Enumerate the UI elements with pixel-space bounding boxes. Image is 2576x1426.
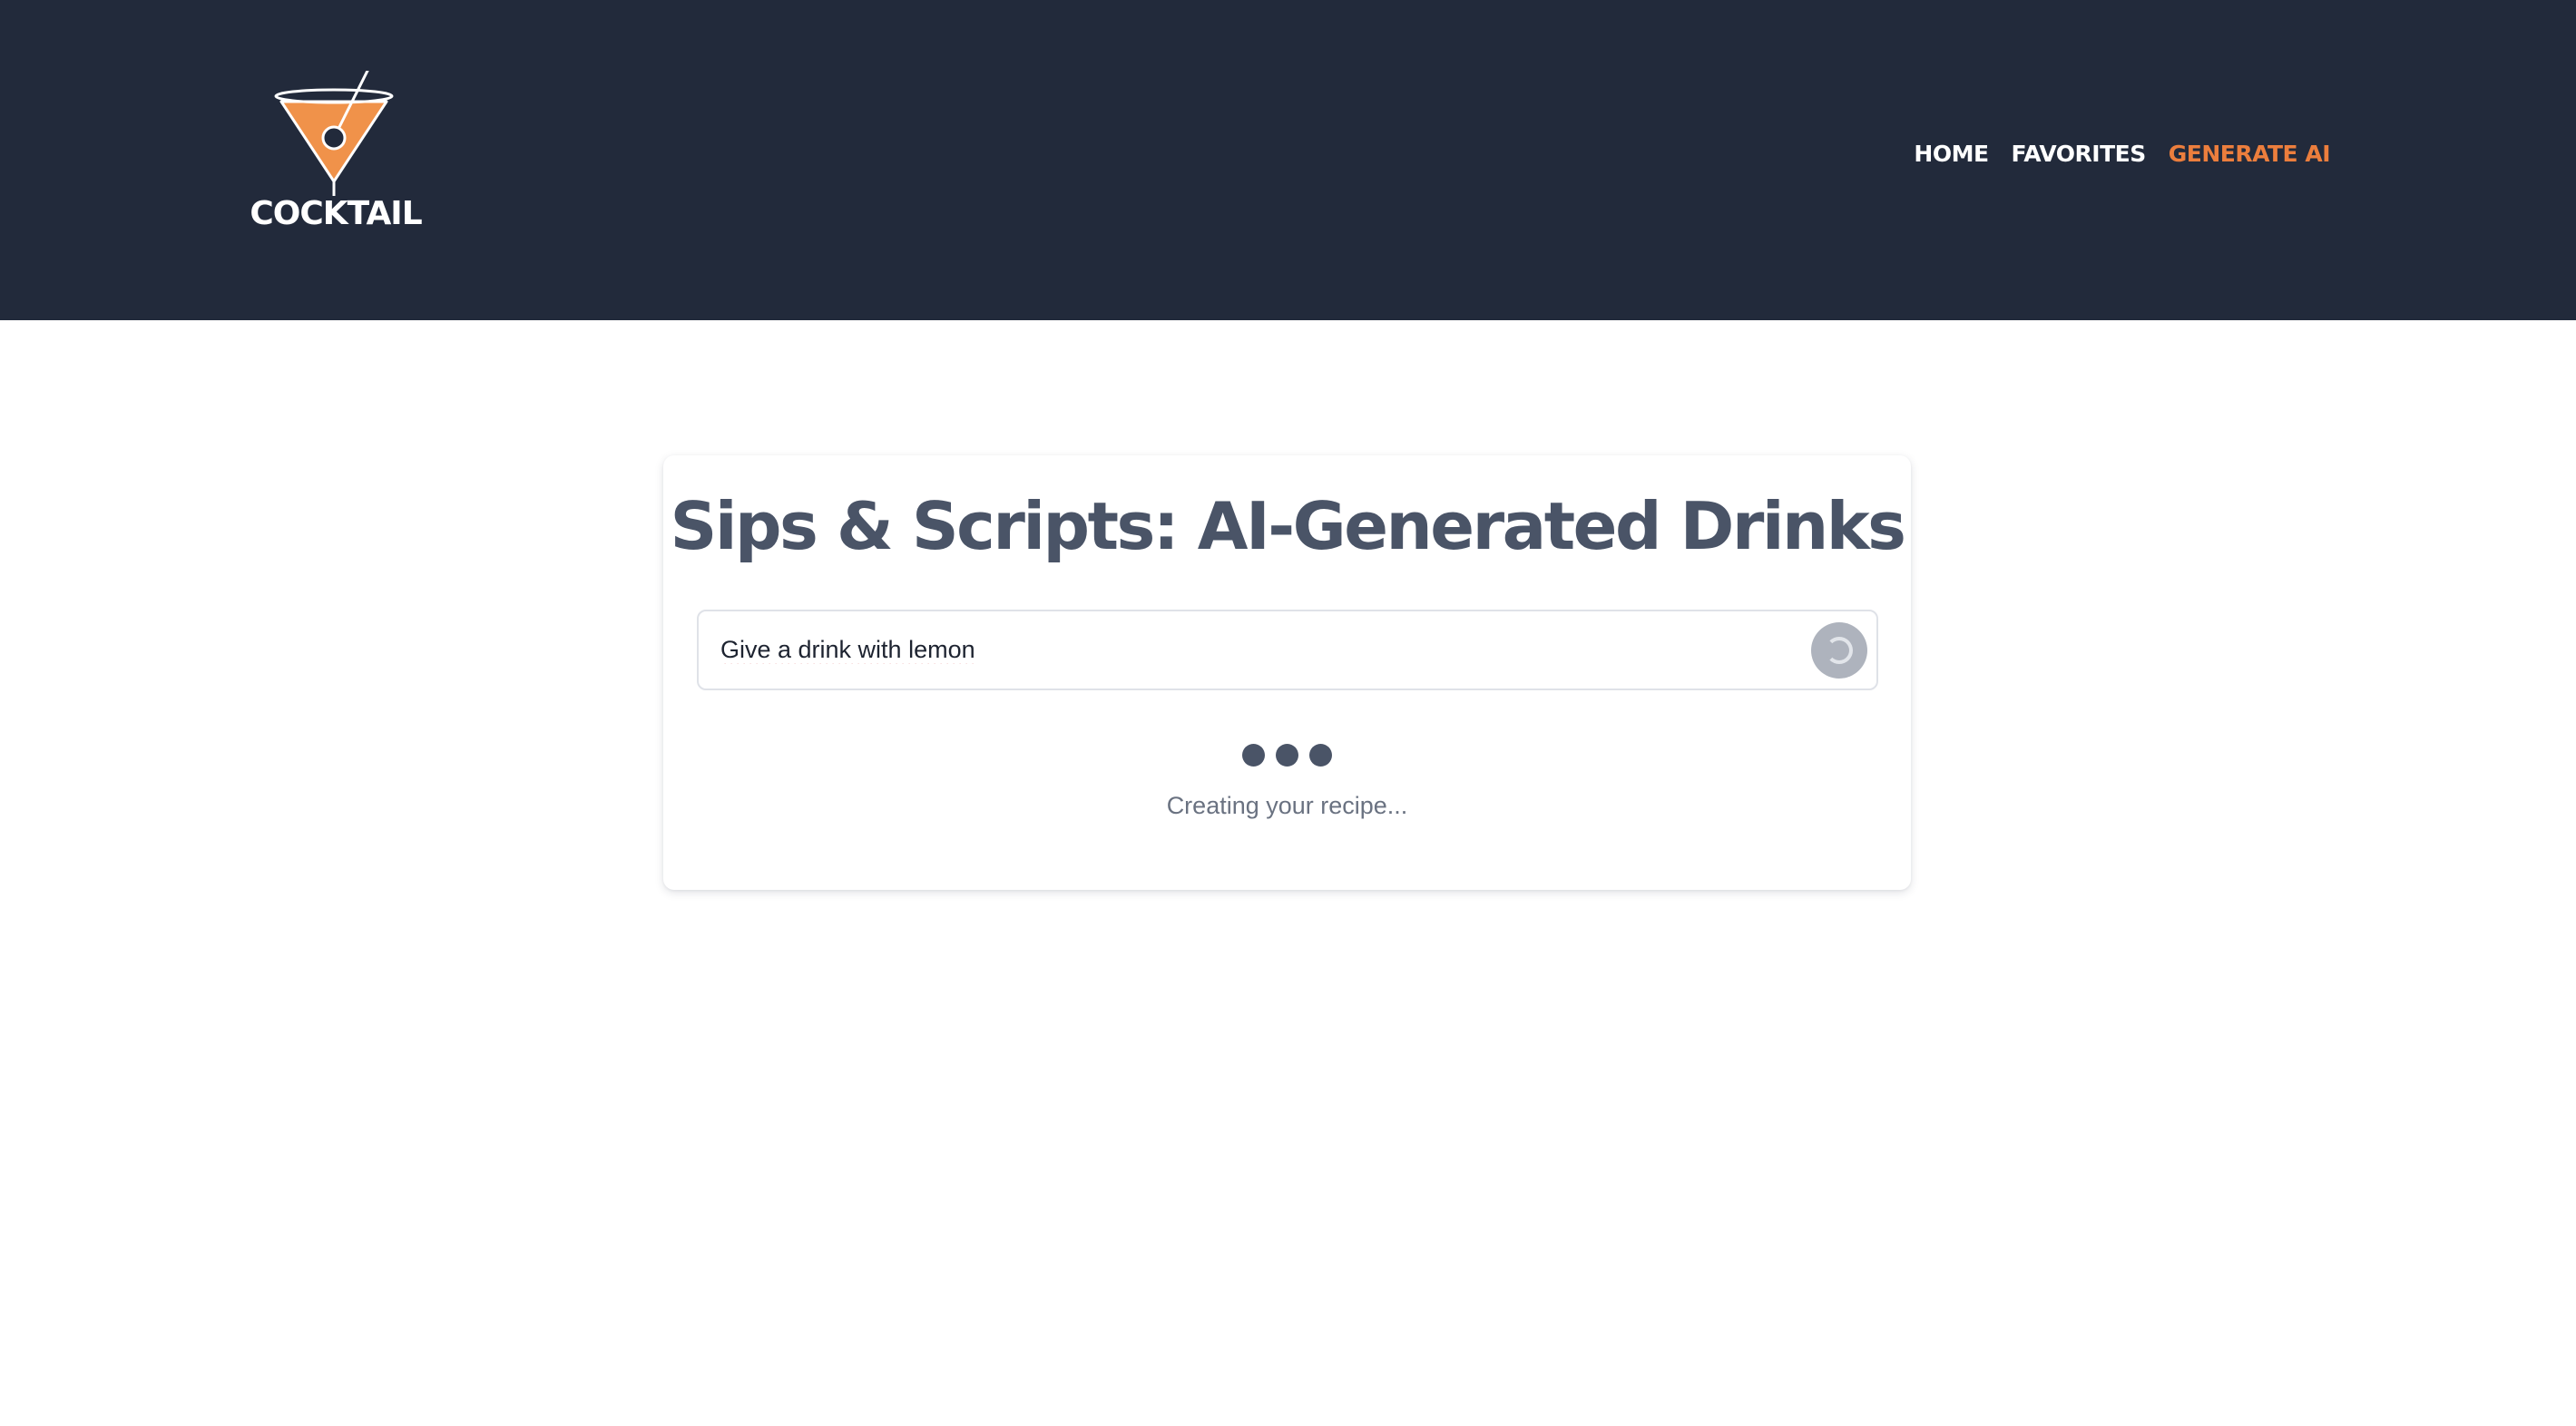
brand-name: COCKTAIL: [250, 195, 422, 232]
generator-card: Sips & Scripts: AI-Generated Drinks Crea…: [663, 455, 1911, 890]
loading-spinner-icon: [1826, 637, 1853, 664]
prompt-input[interactable]: [699, 611, 1769, 689]
top-navbar: COCKTAIL HOME FAVORITES GENERATE AI: [0, 0, 2576, 320]
generate-button[interactable]: [1811, 622, 1867, 679]
loading-status-text: Creating your recipe...: [1166, 792, 1408, 819]
nav-favorites-link[interactable]: FAVORITES: [2012, 136, 2147, 172]
brand-logo[interactable]: COCKTAIL: [243, 71, 428, 234]
loading-dot: [1242, 744, 1265, 767]
nav-generate-ai-link[interactable]: GENERATE AI: [2169, 136, 2331, 172]
page-title: Sips & Scripts: AI-Generated Drinks: [670, 488, 1906, 564]
prompt-form: [697, 610, 1878, 690]
typing-dots-icon: [663, 744, 1911, 767]
main-nav: HOME FAVORITES GENERATE AI: [1914, 136, 2330, 172]
nav-home-link[interactable]: HOME: [1914, 136, 1989, 172]
loading-dot: [1309, 744, 1332, 767]
loading-dot: [1276, 744, 1298, 767]
cocktail-glass-icon: [274, 71, 394, 196]
